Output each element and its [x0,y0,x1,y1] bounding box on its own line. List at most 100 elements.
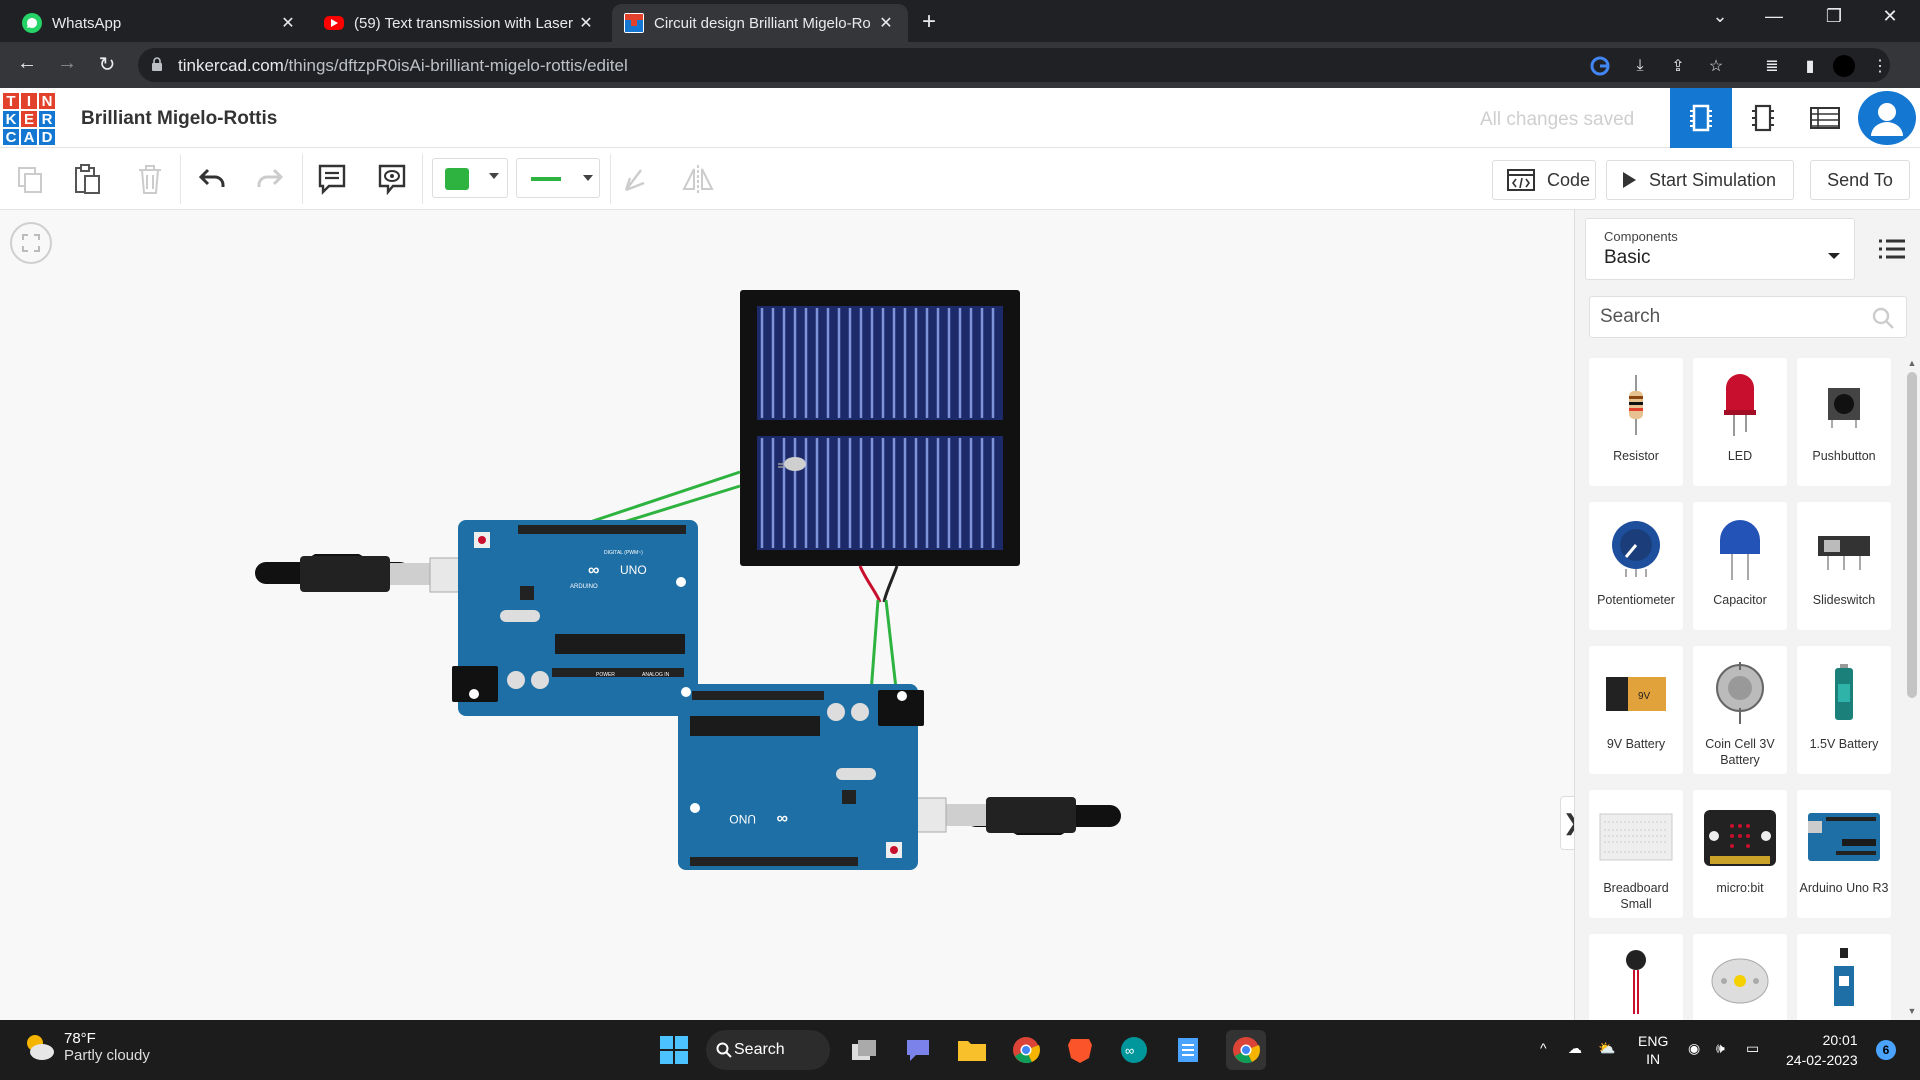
tab-title: Circuit design Brilliant Migelo-Ro [654,14,871,32]
install-icon[interactable]: ⤓ [1628,54,1652,78]
component-card[interactable]: 1.5V Battery [1797,646,1891,774]
solar-panel[interactable] [740,290,1020,566]
component-name: Breadboard Small [1603,881,1669,911]
wire-color-picker[interactable] [432,158,508,198]
google-icon[interactable] [1588,54,1612,78]
rotate-button[interactable] [614,158,658,200]
component-card[interactable] [1797,934,1891,1020]
kebab-menu-icon[interactable]: ⋮ [1868,54,1892,78]
browser-tab-bar: WhatsApp ✕ (59) Text transmission with L… [0,0,1920,42]
close-icon[interactable]: ✕ [576,13,596,33]
media-controls-icon[interactable]: ≣ [1760,54,1784,78]
component-card[interactable]: Resistor [1589,358,1683,486]
component-card[interactable]: Arduino Uno R3 [1797,790,1891,918]
tab-youtube[interactable]: (59) Text transmission with Laser ✕ [312,4,608,42]
component-grid: Resistor LED Pushbutton Potentiometer Capaci… [1589,358,1907,1020]
network-status-icon[interactable]: ⛅ [1598,1040,1615,1057]
clock[interactable]: 20:01 24-02-2023 [1786,1030,1858,1070]
url-field[interactable]: tinkercad.com/things/dftzpR0isAi-brillia… [138,48,1890,82]
battery-icon[interactable]: ▭ [1746,1040,1759,1057]
wire-type-picker[interactable] [516,158,600,198]
component-card[interactable] [1589,934,1683,1020]
component-card[interactable]: Breadboard Small [1589,790,1683,918]
minimize-button[interactable]: — [1754,6,1794,27]
notification-badge[interactable]: 6 [1876,1040,1896,1060]
flip-button[interactable] [676,158,720,200]
copy-button[interactable] [8,158,52,200]
tab-tinkercad[interactable]: Circuit design Brilliant Migelo-Ro ✕ [612,4,908,42]
bookmark-star-icon[interactable]: ☆ [1704,54,1728,78]
led-icon [1693,366,1787,444]
tab-search-chevron-icon[interactable]: ⌄ [1700,6,1740,27]
component-list-view-button[interactable] [1794,88,1856,148]
solar-lead-red [858,565,882,603]
language-indicator[interactable]: ENG IN [1638,1032,1668,1068]
scrollbar-thumb[interactable] [1907,372,1917,698]
notepad-icon[interactable] [1168,1030,1208,1070]
list-view-button[interactable] [1877,236,1907,262]
taskbar-search-button[interactable]: Search [706,1030,830,1070]
close-icon[interactable]: ✕ [278,13,298,33]
component-card[interactable] [1693,934,1787,1020]
circuit-view-button[interactable] [1670,88,1732,148]
tab-whatsapp[interactable]: WhatsApp ✕ [10,4,310,42]
component-card[interactable]: Pushbutton [1797,358,1891,486]
maximize-button[interactable]: ❐ [1814,6,1854,27]
task-view-icon[interactable] [844,1030,884,1070]
paste-button[interactable] [66,158,110,200]
components-select-label: Components [1604,229,1678,244]
component-search-input[interactable] [1589,296,1907,338]
delete-button[interactable] [128,158,172,200]
user-avatar[interactable] [1858,91,1916,145]
chrome-icon[interactable] [1006,1030,1046,1070]
undo-button[interactable] [190,158,234,200]
code-button[interactable]: Code [1492,160,1596,200]
component-card[interactable]: Slideswitch [1797,502,1891,630]
component-card[interactable]: 9V 9V Battery [1589,646,1683,774]
profile-avatar[interactable] [1832,54,1856,78]
chrome-active-icon[interactable] [1226,1030,1266,1070]
forward-button[interactable]: → [52,52,82,75]
close-icon[interactable]: ✕ [876,13,896,33]
wifi-icon[interactable]: ◉ [1688,1040,1700,1057]
component-card[interactable]: Coin Cell 3V Battery [1693,646,1787,774]
share-icon[interactable]: ⇪ [1666,54,1690,78]
arduino-uno-board[interactable]: ∞ UNO [678,684,1121,870]
panel-scrollbar[interactable]: ▲ ▼ [1905,358,1919,1018]
toolbar-divider [422,154,423,204]
start-simulation-button[interactable]: Start Simulation [1606,160,1794,200]
reload-button[interactable]: ↻ [92,52,122,77]
board-uno-label: UNO [620,563,647,577]
arduino-ide-icon[interactable]: ∞ [1114,1030,1154,1070]
volume-icon[interactable]: 🕪 [1716,1040,1725,1057]
circuit-canvas[interactable]: ∞ UNO ARDUINO DIGITAL (PWM~) POWER ANALO… [0,210,1584,1020]
design-title[interactable]: Brilliant Migelo-Rottis [81,108,277,130]
weather-widget[interactable]: 78°F Partly cloudy [22,1030,150,1064]
file-explorer-icon[interactable] [952,1030,992,1070]
new-tab-button[interactable]: + [922,8,936,36]
notes-visibility-button[interactable] [370,158,414,200]
brave-icon[interactable] [1060,1030,1100,1070]
save-status: All changes saved [1480,109,1635,130]
component-card[interactable]: LED [1693,358,1787,486]
chevron-up-icon[interactable]: ^ [1540,1040,1547,1056]
component-card[interactable]: Capacitor [1693,502,1787,630]
back-button[interactable]: ← [12,52,42,75]
components-select-value: Basic [1604,247,1651,268]
teams-chat-icon[interactable] [898,1030,938,1070]
logo-letter: A [20,128,38,146]
arduino-uno-board[interactable]: ∞ UNO ARDUINO DIGITAL (PWM~) POWER ANALO… [255,520,698,716]
onedrive-icon[interactable]: ☁ [1568,1040,1582,1057]
component-card[interactable]: Potentiometer [1589,502,1683,630]
component-card[interactable]: micro:bit [1693,790,1787,918]
search-icon[interactable] [1871,306,1895,330]
tinkercad-logo[interactable]: TINKERCAD [2,92,56,146]
side-panel-icon[interactable]: ▮ [1798,54,1822,78]
notes-button[interactable] [310,158,354,200]
close-window-button[interactable]: ✕ [1870,6,1910,27]
send-to-button[interactable]: Send To [1810,160,1910,200]
components-select[interactable]: Components Basic [1585,218,1855,280]
schematic-view-button[interactable] [1732,88,1794,148]
start-button[interactable] [654,1030,694,1070]
redo-button[interactable] [248,158,292,200]
